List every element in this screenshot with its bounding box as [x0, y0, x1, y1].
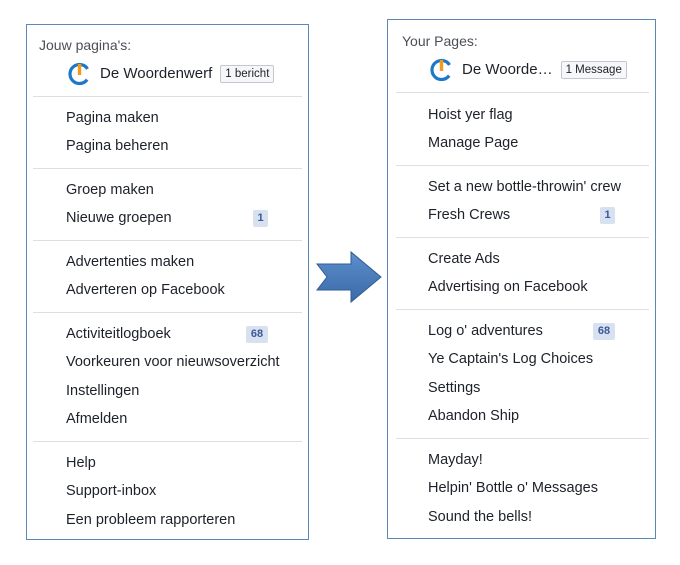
menu-manage-page[interactable]: Manage Page [428, 135, 518, 151]
menu-settings[interactable]: Settings [428, 380, 480, 396]
message-badge[interactable]: 1 bericht [220, 64, 275, 83]
menu-create-page[interactable]: Hoist yer flag [428, 107, 513, 123]
menu-create-page[interactable]: Pagina maken [66, 110, 159, 126]
menu-create-group[interactable]: Groep maken [66, 182, 154, 198]
menu-activity-log[interactable]: Activiteitlogboek [66, 326, 171, 342]
menu-new-groups[interactable]: Nieuwe groepen [66, 210, 172, 226]
activity-log-count-badge: 68 [246, 326, 268, 343]
menu-advertise[interactable]: Advertising on Facebook [428, 279, 588, 295]
menu-news-feed-preferences[interactable]: Ye Captain's Log Choices [428, 351, 593, 367]
divider [396, 165, 649, 166]
pages-header: Your Pages: [402, 33, 478, 49]
menu-advertise[interactable]: Adverteren op Facebook [66, 282, 225, 298]
menu-log-out[interactable]: Abandon Ship [428, 408, 519, 424]
divider [33, 312, 302, 313]
divider [33, 240, 302, 241]
divider [33, 441, 302, 442]
divider [33, 168, 302, 169]
menu-news-feed-preferences[interactable]: Voorkeuren voor nieuwsoverzicht [66, 354, 280, 370]
menu-create-ads[interactable]: Create Ads [428, 251, 500, 267]
menu-settings[interactable]: Instellingen [66, 383, 139, 399]
menu-new-groups[interactable]: Fresh Crews [428, 207, 510, 223]
menu-report-problem[interactable]: Een probleem rapporteren [66, 512, 235, 528]
message-badge[interactable]: 1 Message [560, 60, 627, 79]
menu-log-out[interactable]: Afmelden [66, 411, 127, 427]
page-link[interactable]: De Woorde… 1 Message [429, 57, 627, 82]
power-logo-icon [430, 58, 453, 82]
divider [396, 438, 649, 439]
new-groups-count-badge: 1 [253, 210, 268, 227]
right-menu-panel: Your Pages: De Woorde… 1 Message Hoist y… [387, 19, 656, 539]
left-menu-panel: Jouw pagina's: De Woordenwerf 1 bericht … [26, 24, 309, 540]
page-name: De Woordenwerf [100, 65, 213, 82]
right-arrow-icon [315, 250, 382, 304]
menu-create-ads[interactable]: Advertenties maken [66, 254, 194, 270]
menu-help[interactable]: Help [66, 455, 96, 471]
page-link[interactable]: De Woordenwerf 1 bericht [67, 61, 275, 86]
divider [33, 96, 302, 97]
divider [396, 237, 649, 238]
menu-help[interactable]: Mayday! [428, 452, 483, 468]
divider [396, 309, 649, 310]
divider [396, 92, 649, 93]
menu-manage-page[interactable]: Pagina beheren [66, 138, 168, 154]
menu-create-group[interactable]: Set a new bottle-throwin' crew [428, 179, 621, 195]
menu-support-inbox[interactable]: Support-inbox [66, 483, 156, 499]
menu-activity-log[interactable]: Log o' adventures [428, 323, 543, 339]
menu-support-inbox[interactable]: Helpin' Bottle o' Messages [428, 480, 598, 496]
pages-header: Jouw pagina's: [39, 37, 132, 53]
page-name: De Woorde… [462, 61, 553, 78]
new-groups-count-badge: 1 [600, 207, 615, 224]
power-logo-icon [68, 62, 91, 86]
activity-log-count-badge: 68 [593, 323, 615, 340]
menu-report-problem[interactable]: Sound the bells! [428, 509, 532, 525]
